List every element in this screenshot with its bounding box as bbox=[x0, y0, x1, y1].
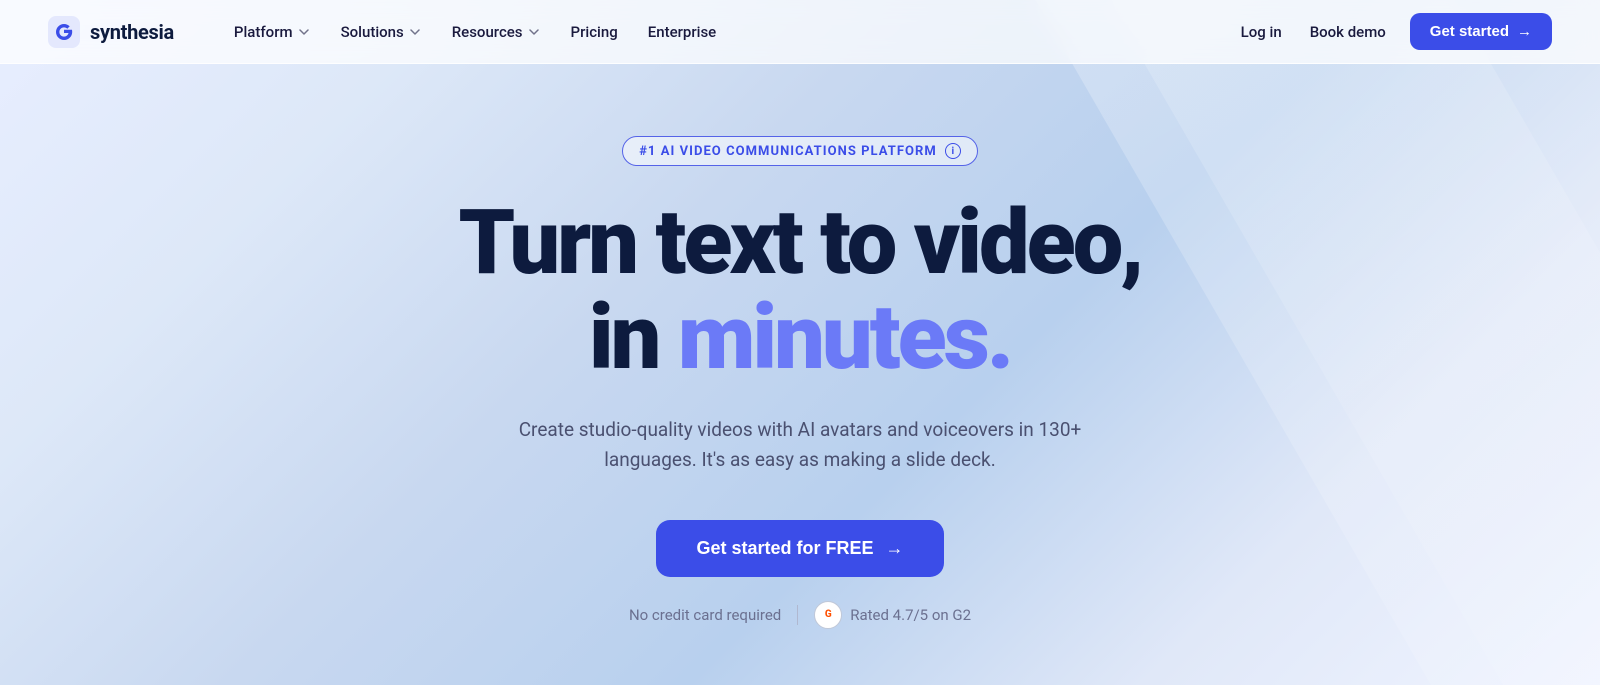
nav-solutions[interactable]: Solutions bbox=[329, 15, 434, 49]
get-started-arrow-icon: → bbox=[1517, 23, 1532, 40]
nav-enterprise[interactable]: Enterprise bbox=[636, 15, 728, 49]
page-wrapper: synthesia Platform Solutions Resources bbox=[0, 0, 1600, 685]
platform-chevron-icon bbox=[297, 25, 311, 39]
hero-headline-line1: Turn text to video, bbox=[458, 198, 1141, 288]
nav-platform[interactable]: Platform bbox=[222, 15, 323, 49]
g2-icon: G bbox=[814, 601, 842, 629]
hero-headline-line2: in minutes. bbox=[589, 288, 1011, 387]
cta-arrow-icon: → bbox=[886, 538, 904, 559]
nav-right: Log in Book demo Get started → bbox=[1237, 13, 1552, 50]
resources-chevron-icon bbox=[527, 25, 541, 39]
hero-badge: #1 AI VIDEO COMMUNICATIONS PLATFORM i bbox=[622, 136, 978, 166]
get-started-button[interactable]: Get started → bbox=[1410, 13, 1552, 50]
no-credit-card-text: No credit card required bbox=[629, 606, 781, 624]
badge-text: #1 AI VIDEO COMMUNICATIONS PLATFORM bbox=[639, 144, 937, 159]
hero-subtext: Create studio-quality videos with AI ava… bbox=[510, 415, 1090, 476]
logo[interactable]: synthesia bbox=[48, 16, 174, 48]
cta-label: Get started for FREE bbox=[696, 538, 873, 559]
g2-rating-text: Rated 4.7/5 on G2 bbox=[850, 606, 971, 624]
nav-pricing[interactable]: Pricing bbox=[559, 15, 630, 49]
hero-section: #1 AI VIDEO COMMUNICATIONS PLATFORM i Tu… bbox=[0, 64, 1600, 629]
login-link[interactable]: Log in bbox=[1237, 15, 1286, 49]
hero-highlight: minutes. bbox=[678, 285, 1011, 390]
nav-links: Platform Solutions Resources Pricing bbox=[222, 15, 1237, 49]
logo-text: synthesia bbox=[90, 20, 174, 44]
logo-icon bbox=[48, 16, 80, 48]
book-demo-link[interactable]: Book demo bbox=[1306, 15, 1390, 49]
cta-button[interactable]: Get started for FREE → bbox=[656, 520, 943, 577]
solutions-chevron-icon bbox=[408, 25, 422, 39]
nav-resources[interactable]: Resources bbox=[440, 15, 553, 49]
badge-info-icon[interactable]: i bbox=[945, 143, 961, 159]
social-proof-divider bbox=[797, 605, 798, 625]
g2-badge: G Rated 4.7/5 on G2 bbox=[814, 601, 971, 629]
navbar: synthesia Platform Solutions Resources bbox=[0, 0, 1600, 64]
social-proof: No credit card required G Rated 4.7/5 on… bbox=[629, 601, 971, 629]
